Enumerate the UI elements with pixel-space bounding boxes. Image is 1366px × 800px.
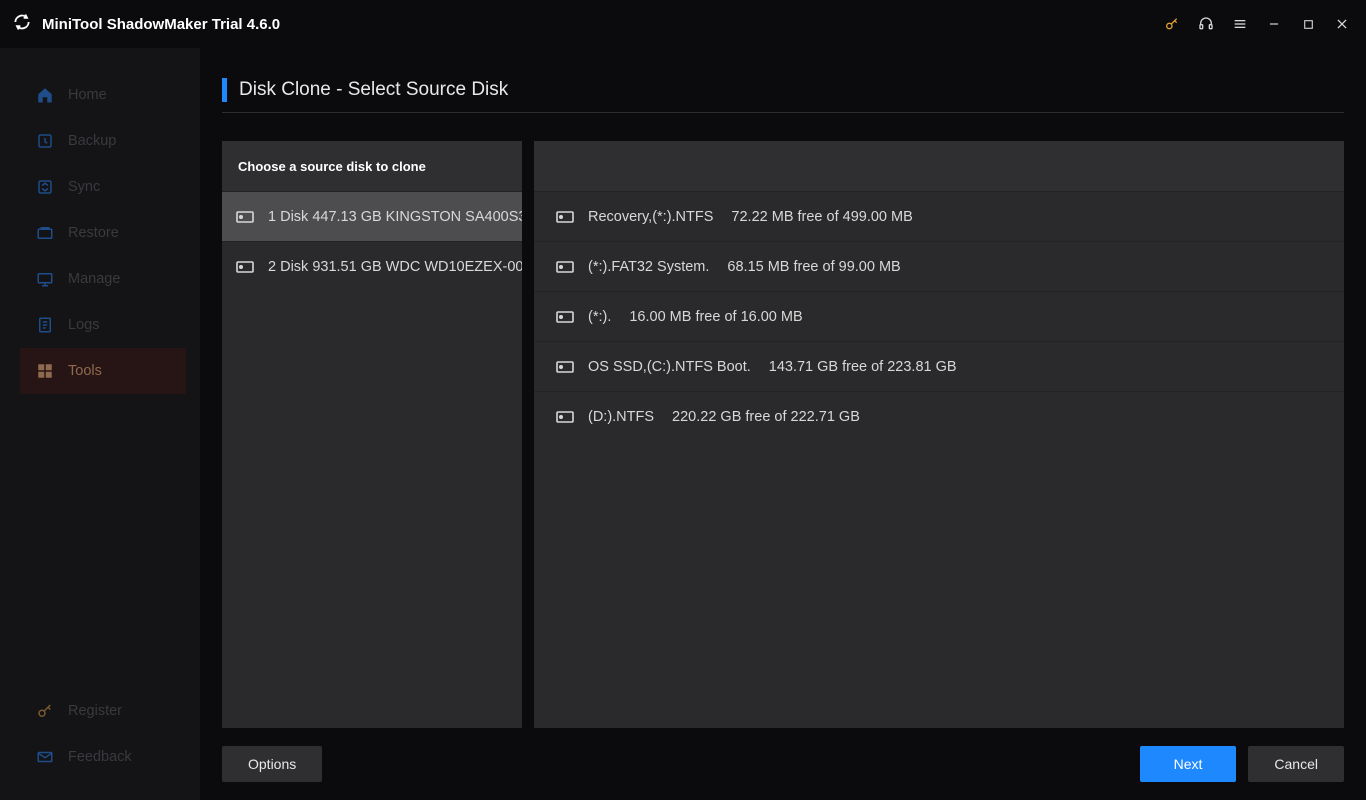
cancel-button[interactable]: Cancel xyxy=(1248,746,1344,782)
sync-icon xyxy=(36,178,54,196)
partition-panel-header xyxy=(534,141,1344,191)
logs-icon xyxy=(36,316,54,334)
options-button[interactable]: Options xyxy=(222,746,322,782)
sidebar-item-manage[interactable]: Manage xyxy=(0,256,200,302)
drive-icon xyxy=(556,411,574,423)
sidebar-item-restore[interactable]: Restore xyxy=(0,210,200,256)
sidebar-item-home[interactable]: Home xyxy=(0,72,200,118)
sidebar-item-logs[interactable]: Logs xyxy=(0,302,200,348)
source-disk-panel-header: Choose a source disk to clone xyxy=(222,141,522,191)
titlebar-controls xyxy=(1164,16,1350,32)
disk-label: 1 Disk 447.13 GB KINGSTON SA400S37 xyxy=(268,209,522,225)
drive-icon xyxy=(236,261,254,273)
partition-name: Recovery,(*:).NTFS xyxy=(588,209,713,225)
header-accent-bar xyxy=(222,78,227,102)
partition-name: (*:).FAT32 System. xyxy=(588,259,709,275)
sidebar-item-tools[interactable]: Tools xyxy=(20,348,186,394)
sidebar-item-label: Sync xyxy=(68,179,100,195)
tools-icon xyxy=(36,362,54,380)
partition-size: 220.22 GB free of 222.71 GB xyxy=(672,409,860,425)
partition-panel: Recovery,(*:).NTFS 72.22 MB free of 499.… xyxy=(534,141,1344,728)
app-title: MiniTool ShadowMaker Trial 4.6.0 xyxy=(42,16,280,33)
minimize-icon[interactable] xyxy=(1266,16,1282,32)
partition-item[interactable]: (D:).NTFS 220.22 GB free of 222.71 GB xyxy=(534,391,1344,441)
sidebar-item-label: Home xyxy=(68,87,107,103)
manage-icon xyxy=(36,270,54,288)
close-icon[interactable] xyxy=(1334,16,1350,32)
partition-size: 143.71 GB free of 223.81 GB xyxy=(769,359,957,375)
key-icon[interactable] xyxy=(1164,16,1180,32)
feedback-mail-icon xyxy=(36,748,54,766)
sidebar: Home Backup Sync Restore xyxy=(0,48,200,800)
disk-item[interactable]: 1 Disk 447.13 GB KINGSTON SA400S37 xyxy=(222,191,522,241)
source-disk-panel: Choose a source disk to clone 1 Disk 447… xyxy=(222,141,522,728)
drive-icon xyxy=(556,211,574,223)
menu-icon[interactable] xyxy=(1232,16,1248,32)
drive-icon xyxy=(556,361,574,373)
home-icon xyxy=(36,86,54,104)
sidebar-item-label: Backup xyxy=(68,133,116,149)
drive-icon xyxy=(556,311,574,323)
page-title: Disk Clone - Select Source Disk xyxy=(239,79,508,101)
sidebar-item-label: Manage xyxy=(68,271,120,287)
titlebar: MiniTool ShadowMaker Trial 4.6.0 xyxy=(0,0,1366,48)
partition-list: Recovery,(*:).NTFS 72.22 MB free of 499.… xyxy=(534,191,1344,441)
partition-size: 72.22 MB free of 499.00 MB xyxy=(731,209,912,225)
sidebar-item-label: Restore xyxy=(68,225,119,241)
partition-item[interactable]: (*:).FAT32 System. 68.15 MB free of 99.0… xyxy=(534,241,1344,291)
app-logo-icon xyxy=(12,12,32,37)
main-content: Disk Clone - Select Source Disk Choose a… xyxy=(200,48,1366,800)
disk-list: 1 Disk 447.13 GB KINGSTON SA400S37 2 Dis… xyxy=(222,191,522,291)
sidebar-item-label: Logs xyxy=(68,317,99,333)
sidebar-item-feedback[interactable]: Feedback xyxy=(0,734,200,780)
partition-size: 16.00 MB free of 16.00 MB xyxy=(629,309,802,325)
next-button[interactable]: Next xyxy=(1140,746,1237,782)
partition-item[interactable]: (*:). 16.00 MB free of 16.00 MB xyxy=(534,291,1344,341)
partition-item[interactable]: OS SSD,(C:).NTFS Boot. 143.71 GB free of… xyxy=(534,341,1344,391)
backup-icon xyxy=(36,132,54,150)
partition-name: (D:).NTFS xyxy=(588,409,654,425)
action-bar: Options Next Cancel xyxy=(222,742,1344,786)
disk-label: 2 Disk 931.51 GB WDC WD10EZEX-00 xyxy=(268,259,522,275)
maximize-icon[interactable] xyxy=(1300,16,1316,32)
headset-icon[interactable] xyxy=(1198,16,1214,32)
sidebar-item-label: Register xyxy=(68,703,122,719)
partition-size: 68.15 MB free of 99.00 MB xyxy=(727,259,900,275)
partition-name: (*:). xyxy=(588,309,611,325)
drive-icon xyxy=(236,211,254,223)
drive-icon xyxy=(556,261,574,273)
app-logo: MiniTool ShadowMaker Trial 4.6.0 xyxy=(12,12,280,37)
sidebar-item-label: Tools xyxy=(68,363,102,379)
sidebar-item-label: Feedback xyxy=(68,749,132,765)
sidebar-item-sync[interactable]: Sync xyxy=(0,164,200,210)
partition-item[interactable]: Recovery,(*:).NTFS 72.22 MB free of 499.… xyxy=(534,191,1344,241)
sidebar-item-backup[interactable]: Backup xyxy=(0,118,200,164)
sidebar-item-register[interactable]: Register xyxy=(0,688,200,734)
page-header: Disk Clone - Select Source Disk xyxy=(222,78,1344,113)
restore-icon xyxy=(36,224,54,242)
register-key-icon xyxy=(36,702,54,720)
partition-name: OS SSD,(C:).NTFS Boot. xyxy=(588,359,751,375)
disk-item[interactable]: 2 Disk 931.51 GB WDC WD10EZEX-00 xyxy=(222,241,522,291)
